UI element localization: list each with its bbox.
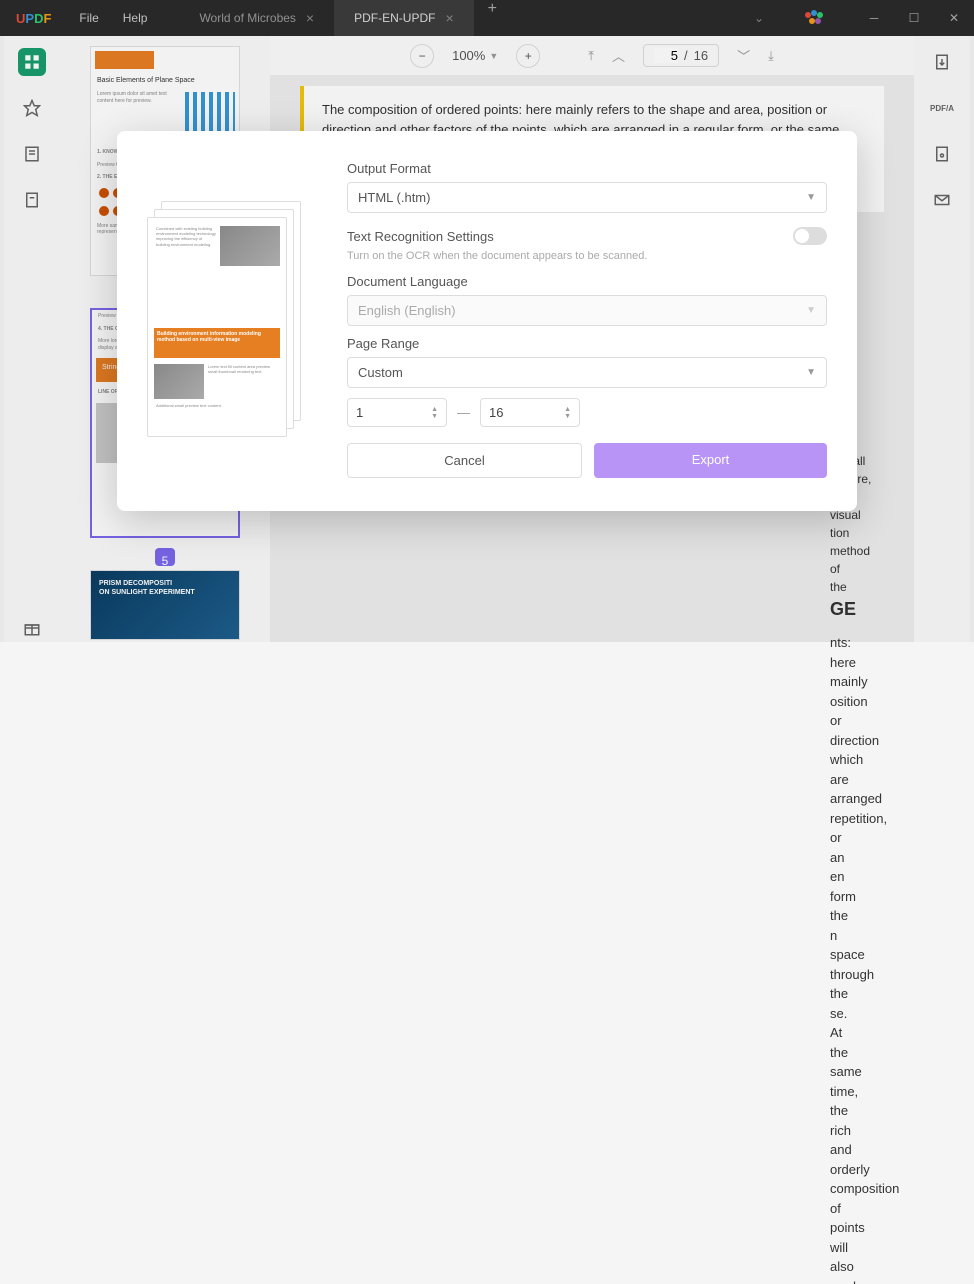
spin-up-icon[interactable]: ▲: [431, 406, 438, 413]
cancel-button[interactable]: Cancel: [347, 443, 582, 478]
language-select[interactable]: English (English) ▼: [347, 295, 827, 326]
range-from-input[interactable]: 1 ▲▼: [347, 398, 447, 427]
ocr-hint: Turn on the OCR when the document appear…: [347, 249, 827, 264]
range-to-input[interactable]: 16 ▲▼: [480, 398, 580, 427]
modal-page-preview: Combined with existing building environm…: [147, 161, 317, 481]
export-form: Output Format HTML (.htm) ▼ Text Recogni…: [347, 161, 827, 481]
page-range-select[interactable]: Custom ▼: [347, 357, 827, 388]
output-format-select[interactable]: HTML (.htm) ▼: [347, 182, 827, 213]
ocr-label: Text Recognition Settings: [347, 229, 494, 244]
spin-up-icon[interactable]: ▲: [564, 406, 571, 413]
output-format-label: Output Format: [347, 161, 827, 176]
export-modal-overlay: Combined with existing building environm…: [0, 0, 974, 642]
chevron-down-icon: ▼: [806, 305, 816, 316]
range-separator: —: [457, 405, 470, 420]
spin-down-icon[interactable]: ▼: [564, 413, 571, 420]
spin-down-icon[interactable]: ▼: [431, 413, 438, 420]
chevron-down-icon: ▼: [806, 367, 816, 378]
export-modal: Combined with existing building environm…: [117, 131, 857, 511]
ocr-toggle[interactable]: [793, 227, 827, 245]
chevron-down-icon: ▼: [806, 192, 816, 203]
page-range-label: Page Range: [347, 336, 827, 351]
export-button[interactable]: Export: [594, 443, 827, 478]
language-label: Document Language: [347, 274, 827, 289]
